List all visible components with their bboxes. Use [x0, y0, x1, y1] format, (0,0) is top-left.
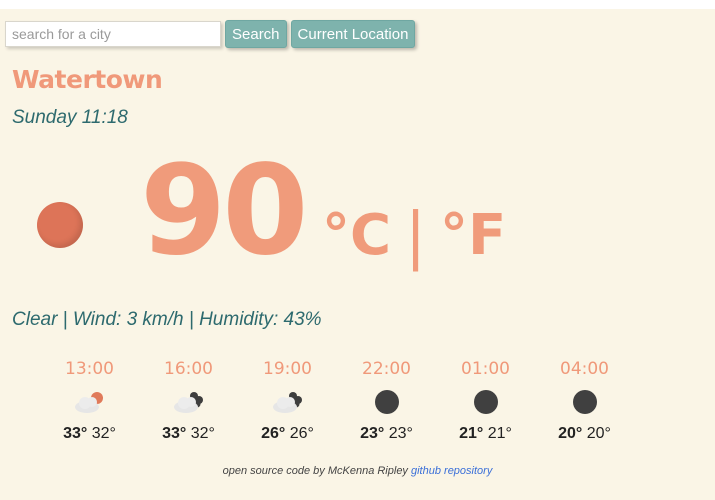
forecast-item: 04:00 20° 20° [535, 359, 634, 443]
forecast-low: 32° [91, 425, 116, 442]
partly-cloudy-night-icon [139, 383, 238, 421]
search-bar: Search Current Location [5, 20, 416, 48]
forecast-list: 13:00 33° 32° 16:00 33° 32° 19:00 26° 26° 2… [40, 359, 634, 443]
forecast-low: 32° [190, 425, 215, 442]
forecast-high: 26° [261, 425, 286, 442]
forecast-high: 20° [558, 425, 583, 442]
github-link[interactable]: github repository [411, 465, 492, 477]
forecast-item: 01:00 21° 21° [436, 359, 535, 443]
forecast-item: 19:00 26° 26° [238, 359, 337, 443]
current-temperature: 90 [140, 139, 309, 283]
forecast-low: 20° [586, 425, 611, 442]
forecast-item: 22:00 23° 23° [337, 359, 436, 443]
weather-app: Search Current Location Watertown Sunday… [0, 9, 715, 500]
search-input[interactable] [5, 21, 221, 47]
forecast-temps: 33° 32° [139, 425, 238, 443]
clear-night-icon [436, 383, 535, 421]
forecast-high: 21° [459, 425, 484, 442]
search-button[interactable]: Search [225, 20, 287, 48]
forecast-time: 01:00 [461, 359, 510, 379]
forecast-high: 23° [360, 425, 385, 442]
celsius-link[interactable]: °C [322, 208, 391, 264]
footer-text: open source code by McKenna Ripley [222, 465, 408, 477]
fahrenheit-link[interactable]: °F [440, 208, 506, 264]
sun-icon [37, 202, 83, 248]
forecast-low: 21° [487, 425, 512, 442]
forecast-high: 33° [63, 425, 88, 442]
current-location-button[interactable]: Current Location [290, 20, 416, 48]
unit-separator: | [405, 199, 426, 272]
forecast-item: 16:00 33° 32° [139, 359, 238, 443]
unit-toggle: °C | °F [322, 205, 506, 267]
forecast-item: 13:00 33° 32° [40, 359, 139, 443]
forecast-temps: 20° 20° [535, 425, 634, 443]
partly-cloudy-day-icon [40, 383, 139, 421]
forecast-temps: 33° 32° [40, 425, 139, 443]
weather-conditions: Clear | Wind: 3 km/h | Humidity: 43% [12, 309, 322, 330]
forecast-temps: 21° 21° [436, 425, 535, 443]
forecast-high: 33° [162, 425, 187, 442]
date-time: Sunday 11:18 [12, 107, 128, 128]
forecast-temps: 23° 23° [337, 425, 436, 443]
city-name: Watertown [12, 65, 163, 94]
forecast-low: 23° [388, 425, 413, 442]
clear-night-icon [337, 383, 436, 421]
forecast-time: 16:00 [164, 359, 213, 379]
forecast-time: 19:00 [263, 359, 312, 379]
clear-night-icon [535, 383, 634, 421]
footer: open source code by McKenna Ripley githu… [0, 465, 715, 477]
forecast-time: 13:00 [65, 359, 114, 379]
forecast-time: 04:00 [560, 359, 609, 379]
forecast-low: 26° [289, 425, 314, 442]
partly-cloudy-night-icon [238, 383, 337, 421]
forecast-temps: 26° 26° [238, 425, 337, 443]
forecast-time: 22:00 [362, 359, 411, 379]
